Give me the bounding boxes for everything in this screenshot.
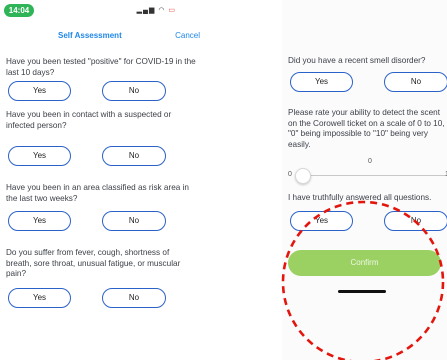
right-screen: Did you have a recent smell disorder? Ye… [282, 0, 447, 360]
yes-button[interactable]: Yes [290, 211, 353, 231]
question-truthful: I have truthfully answered all questions… [288, 193, 447, 231]
cancel-button[interactable]: Cancel [175, 31, 200, 40]
wifi-icon: ◠ [158, 7, 166, 14]
question-positive-test: Have you been tested "positive" for COVI… [6, 57, 196, 101]
confirm-button[interactable]: Confirm [288, 250, 441, 276]
page-title: Self Assessment [58, 31, 122, 40]
no-button[interactable]: No [384, 72, 447, 92]
question-symptoms: Do you suffer from fever, cough, shortne… [6, 248, 196, 308]
question-text: I have truthfully answered all questions… [288, 193, 432, 202]
signal-icon: ▂▄▆ [136, 7, 156, 14]
question-text: Do you suffer from fever, cough, shortne… [6, 248, 181, 278]
status-icons: ▂▄▆ ◠ ▭ [137, 6, 176, 14]
battery-icon: ▭ [168, 7, 176, 14]
question-text: Have you been in an area classified as r… [6, 183, 189, 203]
yes-button[interactable]: Yes [8, 146, 71, 166]
question-text: Have you been in contact with a suspecte… [6, 110, 172, 130]
no-button[interactable]: No [384, 211, 447, 231]
left-screen: 14:04 ▂▄▆ ◠ ▭ Self Assessment Cancel Hav… [0, 0, 200, 360]
question-risk-area: Have you been in an area classified as r… [6, 183, 196, 231]
slider-track[interactable] [300, 175, 447, 176]
yes-button[interactable]: Yes [8, 211, 71, 231]
no-button[interactable]: No [102, 81, 166, 101]
slider-value: 0 [368, 158, 372, 165]
yes-button[interactable]: Yes [8, 288, 71, 308]
question-text: Did you have a recent smell disorder? [288, 56, 426, 65]
slider-min-label: 0 [288, 171, 292, 178]
yes-button[interactable]: Yes [8, 81, 71, 101]
rating-slider[interactable]: 0 0 10 [288, 158, 447, 184]
nav-bar: Self Assessment Cancel [0, 28, 200, 44]
yes-button[interactable]: Yes [290, 72, 353, 92]
no-button[interactable]: No [102, 288, 166, 308]
home-indicator [338, 290, 386, 293]
status-bar: 14:04 ▂▄▆ ◠ ▭ [0, 0, 200, 22]
question-text: Please rate your ability to detect the s… [288, 108, 445, 149]
question-text: Have you been tested "positive" for COVI… [6, 57, 196, 77]
status-time: 14:04 [4, 4, 34, 17]
no-button[interactable]: No [102, 146, 166, 166]
slider-thumb[interactable] [295, 168, 311, 184]
question-smell: Did you have a recent smell disorder? Ye… [288, 56, 447, 92]
question-rating: Please rate your ability to detect the s… [288, 108, 447, 150]
no-button[interactable]: No [102, 211, 166, 231]
question-contact: Have you been in contact with a suspecte… [6, 110, 196, 166]
